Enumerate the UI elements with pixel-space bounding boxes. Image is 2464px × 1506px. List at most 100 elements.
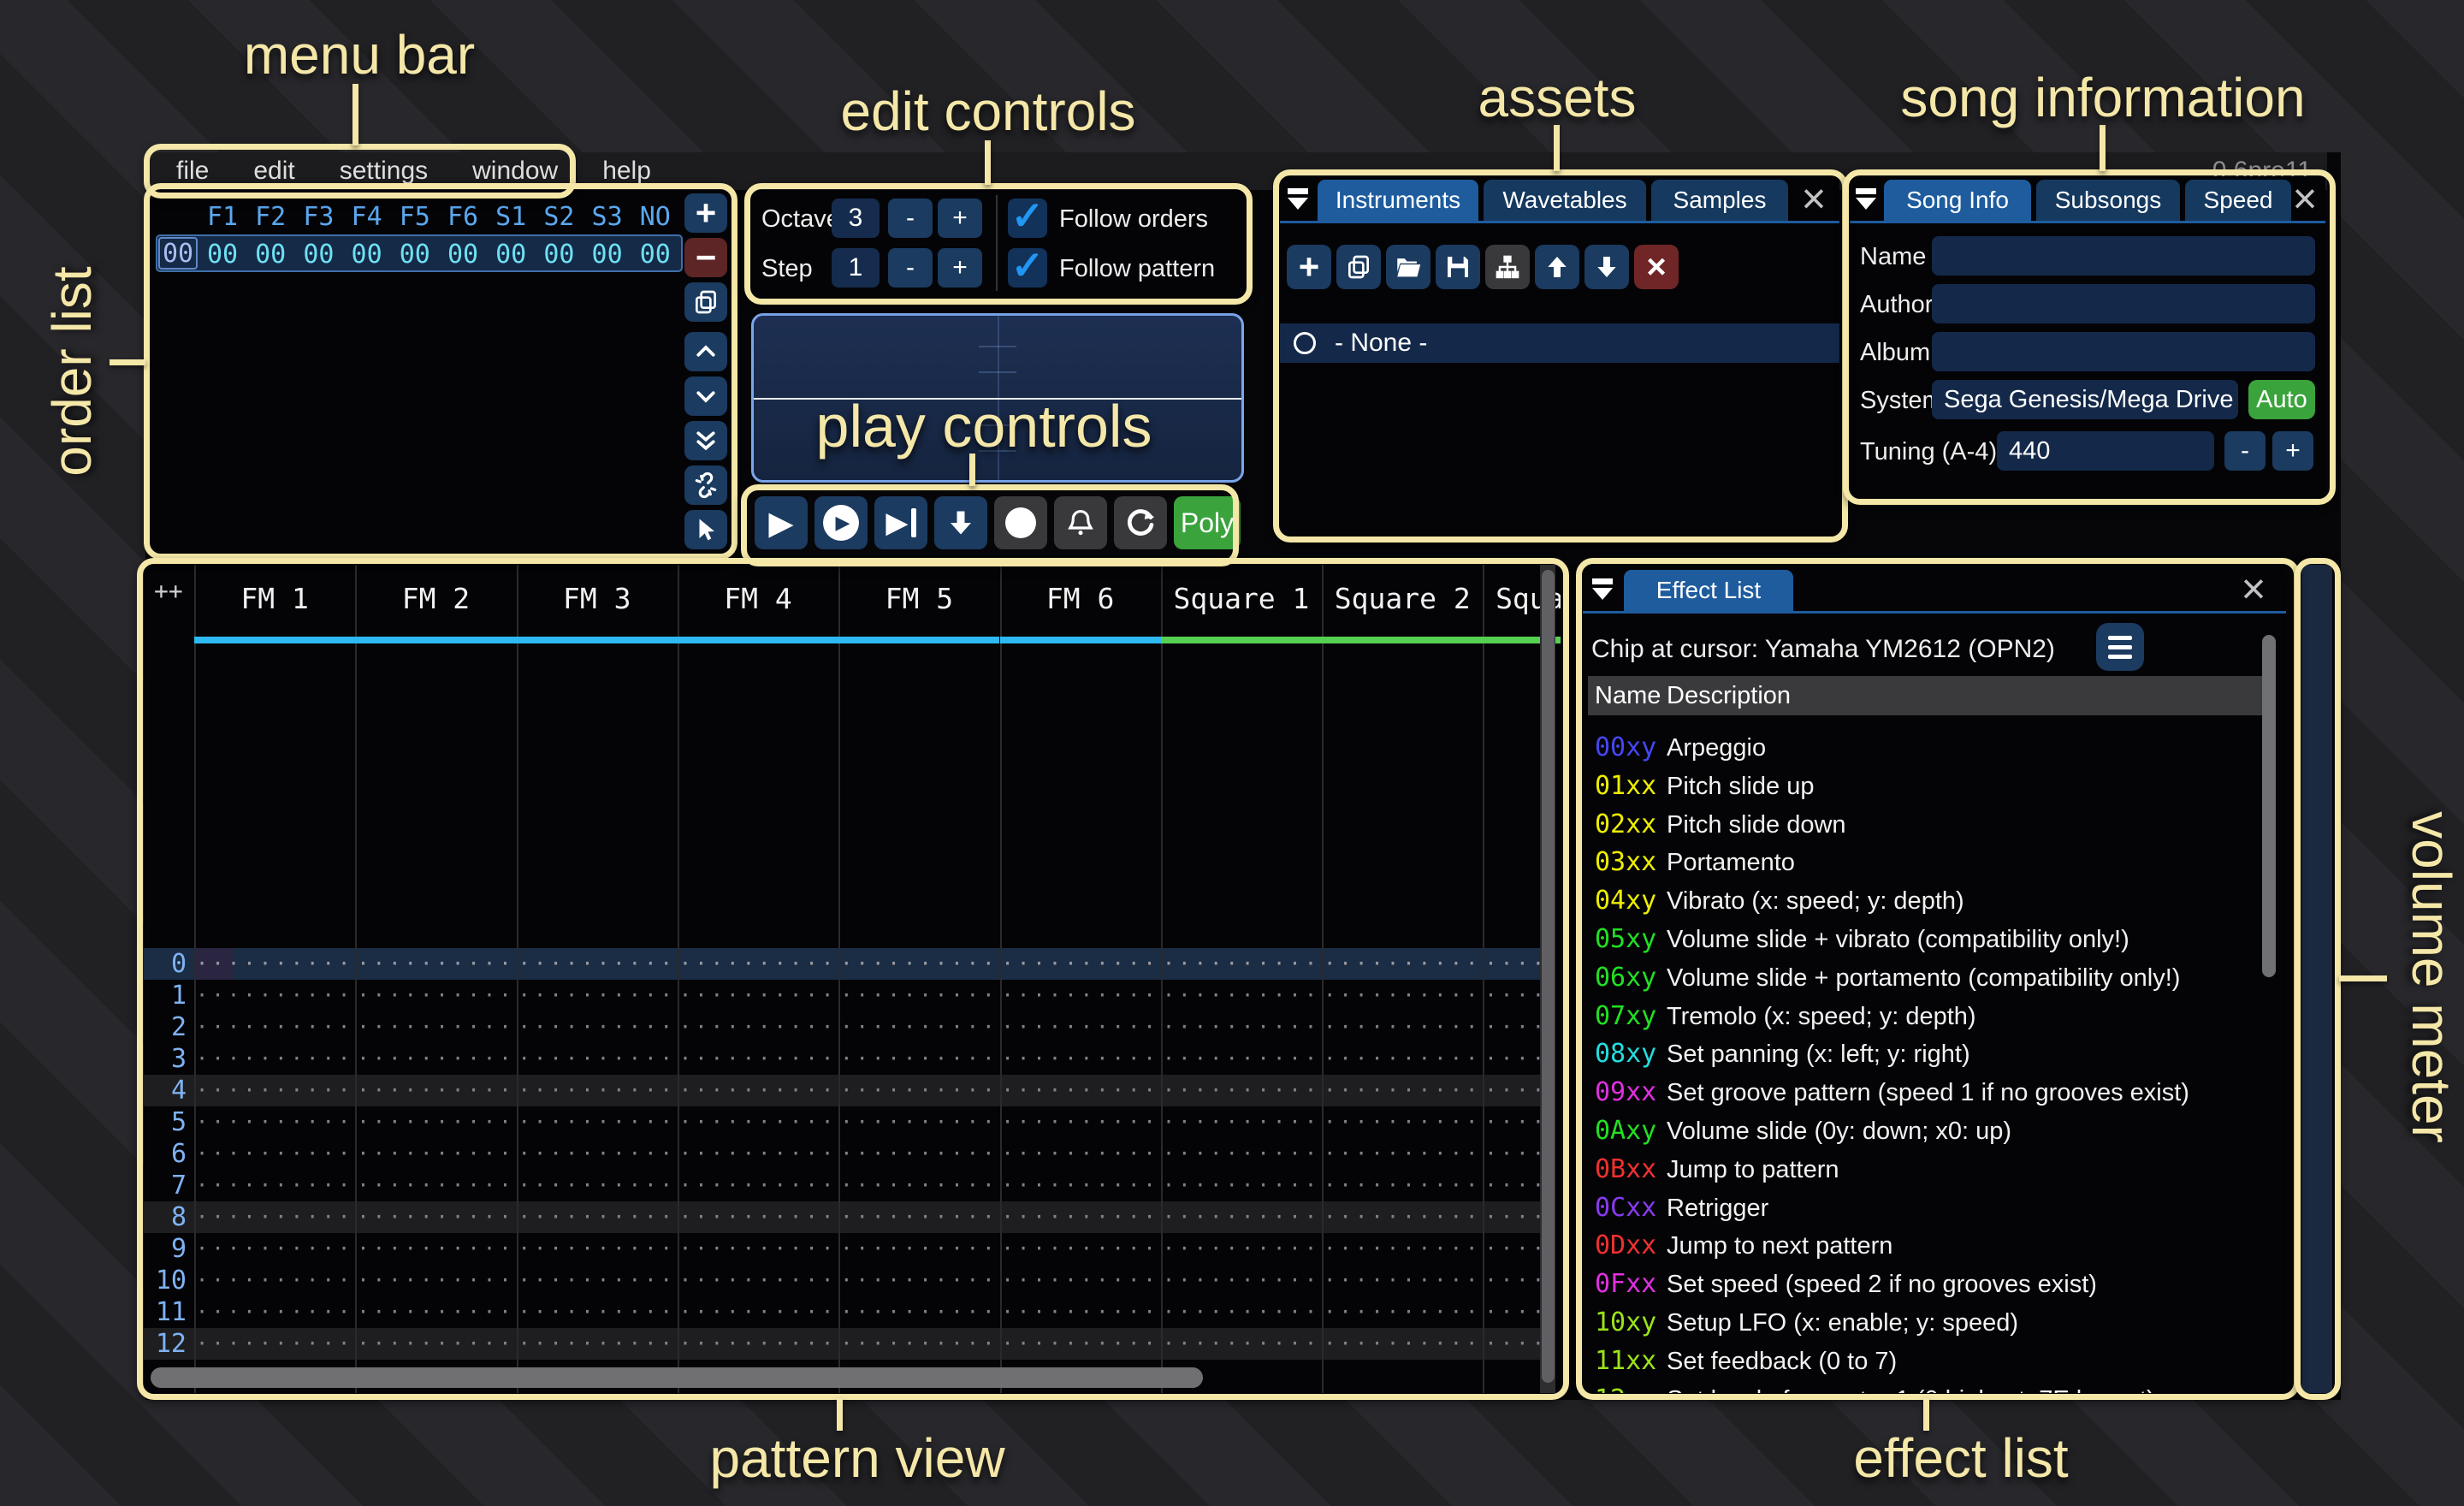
pattern-empty-cell[interactable]: ·········· (194, 1106, 355, 1138)
metronome-button[interactable] (1054, 496, 1107, 549)
pattern-empty-cell[interactable]: ·········· (1161, 1296, 1322, 1328)
pattern-empty-cell[interactable]: ·········· (838, 1138, 999, 1170)
order-cell[interactable]: 00 (535, 240, 583, 270)
pattern-empty-cell[interactable]: ·········· (355, 1233, 516, 1265)
pattern-empty-cell[interactable]: ·········· (1000, 980, 1161, 1011)
pattern-empty-cell[interactable]: ·········· (838, 948, 999, 980)
pattern-empty-cell[interactable]: ·········· (1322, 1201, 1483, 1233)
tab-speed[interactable]: Speed (2185, 180, 2291, 221)
pattern-empty-cell[interactable]: ·········· (517, 980, 678, 1011)
pattern-empty-cell[interactable]: ·········· (1322, 948, 1483, 980)
pattern-empty-cell[interactable]: ·········· (1000, 1233, 1161, 1265)
pattern-empty-cell[interactable]: ·········· (1161, 1106, 1322, 1138)
pattern-empty-cell[interactable]: ·········· (517, 1328, 678, 1360)
pattern-empty-cell[interactable]: ·········· (1000, 948, 1161, 980)
system-field[interactable]: Sega Genesis/Mega Drive (1932, 380, 2238, 419)
pattern-empty-cell[interactable]: ·········· (678, 1075, 838, 1106)
effect-list-menu-button[interactable] (2096, 623, 2144, 671)
order-move-down-button[interactable] (684, 376, 727, 416)
pattern-empty-cell[interactable]: ·········· (517, 1170, 678, 1201)
pattern-empty-cell[interactable]: ·········· (1322, 980, 1483, 1011)
octave-minus-button[interactable]: - (888, 199, 933, 238)
pattern-empty-cell[interactable]: ·········· (194, 980, 355, 1011)
pattern-empty-cell[interactable]: ·········· (355, 980, 516, 1011)
play-button[interactable]: ▶ (755, 496, 808, 549)
pattern-empty-cell[interactable]: ·········· (517, 1138, 678, 1170)
pattern-empty-cell[interactable]: ·········· (838, 1170, 999, 1201)
channel-header-fm-5[interactable]: FM 5 (838, 580, 999, 618)
pattern-empty-cell[interactable]: ·········· (517, 1043, 678, 1075)
pattern-empty-cell[interactable]: ·········· (678, 980, 838, 1011)
asset-add-button[interactable]: + (1287, 245, 1331, 289)
pattern-empty-cell[interactable]: ·········· (1322, 1138, 1483, 1170)
pattern-empty-cell[interactable]: ·········· (194, 1043, 355, 1075)
order-cell[interactable]: 00 (583, 240, 631, 270)
menu-item-help[interactable]: help (602, 157, 651, 186)
pattern-empty-cell[interactable]: ·········· (678, 1328, 838, 1360)
step-value[interactable]: 1 (832, 248, 880, 288)
close-icon[interactable]: × (2284, 178, 2325, 219)
order-move-up-button[interactable] (684, 332, 727, 371)
pattern-empty-cell[interactable]: ·········· (1322, 1075, 1483, 1106)
pattern-empty-cell[interactable]: ·········· (194, 1265, 355, 1296)
pattern-empty-cell[interactable]: ·········· (1000, 1328, 1161, 1360)
order-edit-mode-button[interactable] (684, 510, 727, 549)
instrument-list-item[interactable]: - None - (1280, 323, 1839, 363)
asset-move-down-button[interactable] (1584, 245, 1629, 289)
pattern-empty-cell[interactable]: ·········· (1322, 1265, 1483, 1296)
pattern-empty-cell[interactable]: ·········· (838, 1075, 999, 1106)
pattern-empty-cell[interactable]: ·········· (678, 948, 838, 980)
asset-delete-button[interactable]: × (1634, 245, 1679, 289)
pattern-empty-cell[interactable]: ·········· (1161, 1233, 1322, 1265)
asset-move-up-button[interactable] (1535, 245, 1579, 289)
pattern-empty-cell[interactable]: ·········· (194, 1138, 355, 1170)
pattern-empty-cell[interactable]: ·········· (1322, 1233, 1483, 1265)
pattern-empty-cell[interactable]: ·········· (1000, 1075, 1161, 1106)
asset-folder-toggle-button[interactable] (1485, 245, 1530, 289)
pattern-empty-cell[interactable]: ·········· (194, 1296, 355, 1328)
pattern-empty-cell[interactable]: ·········· (517, 1106, 678, 1138)
album-field[interactable] (1932, 332, 2315, 371)
pattern-empty-cell[interactable]: ·········· (1000, 1265, 1161, 1296)
order-row-index[interactable]: 00 (158, 237, 198, 270)
menu-item-file[interactable]: file (176, 157, 209, 186)
pattern-empty-cell[interactable]: ·········· (838, 1328, 999, 1360)
pattern-empty-cell[interactable]: ·········· (355, 1106, 516, 1138)
channel-header-fm-3[interactable]: FM 3 (517, 580, 678, 618)
pattern-empty-cell[interactable]: ·········· (355, 1201, 516, 1233)
pattern-empty-cell[interactable]: ·········· (838, 1233, 999, 1265)
pattern-empty-cell[interactable]: ·········· (1161, 1011, 1322, 1043)
effect-list-scrollbar-thumb[interactable] (2262, 635, 2276, 977)
order-cell[interactable]: 00 (391, 240, 439, 270)
pattern-empty-cell[interactable]: ·········· (1161, 1170, 1322, 1201)
pattern-empty-cell[interactable]: ·········· (1000, 1138, 1161, 1170)
channel-header-fm-1[interactable]: FM 1 (194, 580, 355, 618)
pattern-empty-cell[interactable]: ·········· (678, 1106, 838, 1138)
pattern-empty-cell[interactable]: ·········· (194, 1075, 355, 1106)
pattern-empty-cell[interactable]: ·········· (678, 1233, 838, 1265)
pattern-empty-cell[interactable]: ·········· (1000, 1043, 1161, 1075)
pattern-empty-cell[interactable]: ·········· (1322, 1011, 1483, 1043)
pattern-horizontal-scrollbar-thumb[interactable] (151, 1367, 1203, 1388)
order-duplicate-button[interactable] (684, 282, 727, 322)
pattern-empty-cell[interactable]: ·········· (517, 1201, 678, 1233)
pattern-empty-cell[interactable]: ·········· (678, 1265, 838, 1296)
pattern-vertical-scrollbar-thumb[interactable] (1542, 570, 1555, 1383)
channel-header-square-1[interactable]: Square 1 (1161, 580, 1322, 618)
octave-value[interactable]: 3 (832, 199, 880, 238)
channel-header-fm-6[interactable]: FM 6 (1000, 580, 1161, 618)
pattern-empty-cell[interactable]: ·········· (678, 1011, 838, 1043)
pattern-empty-cell[interactable]: ·········· (194, 1328, 355, 1360)
pattern-empty-cell[interactable]: ·········· (1000, 1011, 1161, 1043)
order-cell[interactable]: 00 (343, 240, 391, 270)
tab-wavetables[interactable]: Wavetables (1484, 180, 1646, 221)
order-deep-clone-button[interactable] (684, 465, 727, 505)
asset-open-button[interactable] (1386, 245, 1430, 289)
pattern-empty-cell[interactable]: ·········· (194, 1011, 355, 1043)
pattern-empty-cell[interactable]: ·········· (678, 1296, 838, 1328)
channel-header-fm-4[interactable]: FM 4 (678, 580, 838, 618)
collapse-icon[interactable] (1590, 577, 1615, 602)
pattern-empty-cell[interactable]: ·········· (517, 1011, 678, 1043)
pattern-empty-cell[interactable]: ·········· (838, 1265, 999, 1296)
pattern-empty-cell[interactable]: ·········· (1161, 980, 1322, 1011)
